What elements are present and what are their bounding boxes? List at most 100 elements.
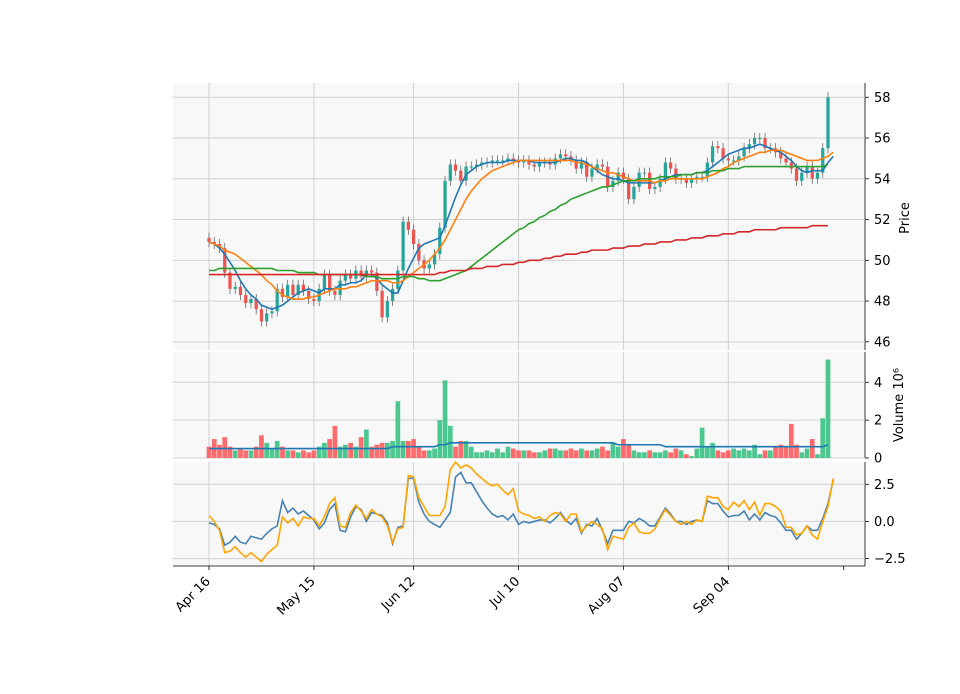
candle-body	[794, 168, 799, 181]
volume-bar	[243, 450, 249, 458]
volume-bar	[621, 439, 626, 458]
candle-body	[448, 164, 452, 181]
volume-bar	[668, 452, 673, 458]
volume-bar	[605, 450, 611, 458]
candle-body	[265, 313, 269, 322]
candle-body	[590, 168, 594, 177]
volume-bar	[626, 444, 632, 458]
candle-body	[459, 170, 463, 181]
y-tick-label: 48	[874, 295, 891, 310]
candle-body	[726, 158, 730, 161]
volume-bar	[411, 439, 416, 458]
volume-bar	[510, 448, 516, 458]
volume-bar	[348, 442, 353, 458]
volume-bar	[295, 452, 301, 458]
candle-body	[338, 280, 342, 295]
candle-body	[469, 166, 473, 168]
y-tick-label: 0.0	[874, 515, 895, 530]
y-tick-label: 4	[874, 376, 882, 391]
volume-bar	[547, 448, 553, 458]
volume-bar	[804, 448, 810, 458]
candle-body	[406, 221, 410, 230]
price-axis-label: Price	[898, 202, 913, 234]
volume-bar	[531, 452, 537, 458]
volume-bar	[563, 450, 569, 458]
candle-body	[312, 299, 316, 302]
volume-bar	[589, 450, 595, 458]
oscillator-panel: −2.5 0.0 2.5	[173, 460, 906, 567]
volume-bar	[710, 442, 715, 458]
candle-body	[710, 146, 715, 163]
volume-bar	[311, 450, 317, 458]
volume-bar	[642, 452, 647, 458]
candle-body	[669, 162, 673, 169]
candle-body	[495, 160, 500, 162]
candle-body	[343, 274, 348, 281]
volume-bar	[437, 420, 443, 458]
volume-bar	[264, 442, 270, 458]
volume-bar	[568, 448, 574, 458]
volume-bar	[788, 423, 794, 458]
x-axis: Apr 16 May 15 Jun 12 Jul 10 Aug 07 Sep 04	[173, 565, 865, 618]
candle-body	[385, 301, 389, 318]
volume-bar	[526, 450, 532, 458]
volume-bar	[704, 446, 710, 458]
volume-bar	[259, 435, 264, 458]
volume-bar	[610, 442, 616, 458]
volume-bar	[537, 452, 542, 458]
candle-body	[564, 154, 568, 157]
volume-bar	[222, 437, 228, 458]
volume-bar	[594, 448, 600, 458]
volume-bar	[322, 442, 327, 458]
volume-bar	[647, 450, 653, 458]
candle-body	[716, 146, 720, 149]
volume-bar	[684, 454, 689, 458]
candle-body	[642, 172, 647, 174]
volume-bar	[636, 452, 642, 458]
candle-body	[333, 290, 337, 295]
volume-bar	[285, 450, 291, 458]
candle-body	[532, 164, 536, 167]
volume-bar	[815, 454, 820, 458]
volume-bar	[773, 446, 778, 458]
volume-bar	[762, 450, 768, 458]
volume-bar	[432, 448, 437, 458]
y-tick-label: 0	[874, 452, 882, 467]
volume-bar	[495, 448, 500, 458]
volume-bar	[421, 450, 427, 458]
candle-body	[401, 221, 405, 271]
y-tick-label: 58	[874, 91, 891, 106]
candle-body	[270, 311, 274, 314]
volume-bar	[500, 452, 506, 458]
candle-body	[249, 299, 253, 304]
volume-bar	[332, 425, 338, 458]
candle-body	[758, 138, 762, 140]
volume-panel: 0 2 4 Volume 10⁶	[173, 352, 907, 467]
volume-bar	[395, 401, 401, 458]
volume-bar	[615, 446, 621, 458]
volume-bar	[689, 456, 694, 458]
candle-body	[244, 294, 248, 304]
volume-bar	[736, 450, 742, 458]
volume-bar	[468, 446, 474, 458]
volume-bar	[746, 450, 752, 458]
volume-bar	[694, 448, 700, 458]
x-tick-label: Jul 10	[486, 574, 523, 611]
candle-body	[396, 270, 400, 289]
volume-bar	[825, 359, 831, 458]
volume-bar	[453, 446, 458, 458]
volume-bar	[274, 440, 280, 458]
volume-bar	[269, 448, 275, 458]
y-tick-label: 50	[874, 254, 891, 269]
volume-bar	[364, 429, 369, 458]
volume-bar	[673, 448, 679, 458]
chart-figure: (c)2024 www.tradroid 46485052545658Price…	[0, 0, 960, 690]
candle-body	[558, 154, 563, 159]
volume-bar	[416, 446, 422, 458]
volume-bar	[426, 450, 432, 458]
volume-bar	[474, 452, 479, 458]
volume-bar	[725, 450, 731, 458]
volume-bar	[699, 427, 705, 458]
volume-bar	[552, 448, 558, 458]
volume-bar	[248, 450, 254, 458]
